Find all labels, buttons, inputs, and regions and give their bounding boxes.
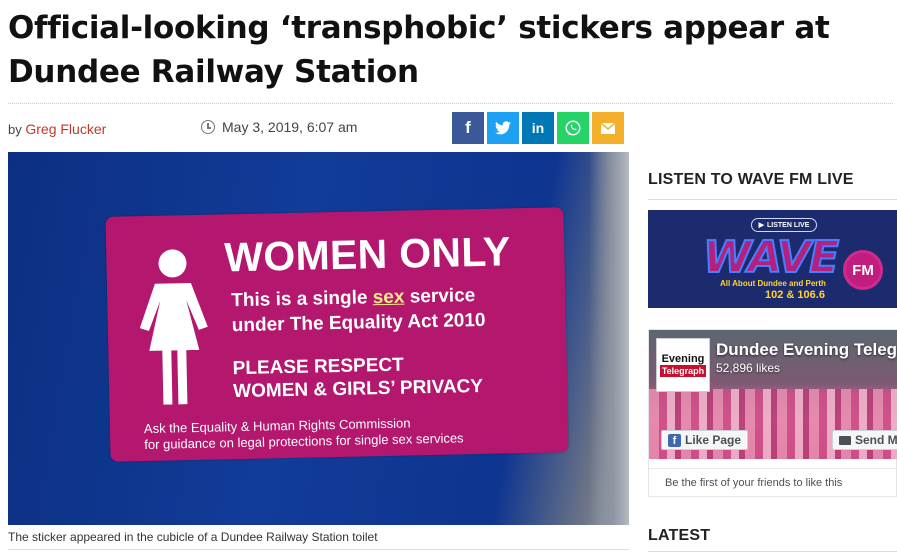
facebook-share-button[interactable]: f	[452, 112, 484, 144]
message-icon	[839, 435, 851, 445]
wave-fm-banner[interactable]: ▶ LISTEN LIVE WAVE FM All About Dundee an…	[648, 210, 897, 308]
facebook-like-count: 52,896 likes	[716, 361, 781, 375]
listen-live-badge: ▶ LISTEN LIVE	[751, 218, 817, 232]
divider	[8, 549, 629, 550]
woman-icon	[139, 249, 208, 405]
divider	[8, 103, 893, 104]
sticker-title: WOMEN ONLY	[223, 228, 511, 281]
author-link[interactable]: Greg Flucker	[25, 121, 106, 137]
facebook-friends-text: Be the first of your friends to like thi…	[649, 468, 896, 496]
divider	[648, 199, 897, 200]
sticker-line-4: WOMEN & GIRLS’ PRIVACY	[232, 375, 484, 403]
email-icon	[601, 122, 615, 134]
sticker-line-3: PLEASE RESPECT	[232, 354, 404, 380]
play-icon: ▶	[758, 222, 764, 229]
send-message-button[interactable]: Send Me	[832, 430, 897, 450]
publish-date-text: May 3, 2019, 6:07 am	[222, 119, 358, 135]
sticker-line-1: This is a single sex service	[231, 285, 476, 312]
sidebar-heading-radio: LISTEN TO WAVE FM LIVE	[648, 171, 854, 188]
twitter-icon	[495, 121, 511, 135]
article-headline: Official-looking ‘transphobic’ stickers …	[8, 10, 830, 90]
publish-date: May 3, 2019, 6:07 am	[201, 119, 357, 135]
photo-caption: The sticker appeared in the cubicle of a…	[8, 530, 378, 544]
wave-frequencies: 102 & 106.6	[765, 289, 825, 301]
facebook-page-name[interactable]: Dundee Evening Teleg	[716, 340, 897, 360]
byline: by Greg Flucker	[8, 121, 106, 137]
wave-tagline: All About Dundee and Perth	[720, 279, 826, 288]
email-share-button[interactable]	[592, 112, 624, 144]
byline-prefix: by	[8, 122, 22, 137]
divider	[648, 551, 897, 552]
facebook-icon: f	[668, 433, 681, 447]
facebook-page-widget: Evening Telegraph Dundee Evening Teleg 5…	[648, 329, 897, 497]
like-page-button[interactable]: f Like Page	[661, 430, 749, 450]
linkedin-share-button[interactable]: in	[522, 112, 554, 144]
linkedin-icon: in	[531, 120, 545, 136]
wave-logo: WAVE	[702, 231, 840, 284]
facebook-icon: f	[465, 118, 471, 137]
sidebar-heading-latest: LATEST	[648, 527, 711, 544]
fm-badge: FM	[843, 250, 883, 290]
clock-icon	[201, 120, 215, 134]
whatsapp-share-button[interactable]	[557, 112, 589, 144]
evening-telegraph-logo[interactable]: Evening Telegraph	[656, 338, 710, 392]
sticker-line-2: under The Equality Act 2010	[231, 309, 486, 337]
article-photo: WOMEN ONLY This is a single sex service …	[8, 152, 629, 525]
women-only-sticker: WOMEN ONLY This is a single sex service …	[105, 207, 569, 462]
whatsapp-icon	[565, 120, 581, 136]
facebook-cover-photo[interactable]: Evening Telegraph Dundee Evening Teleg 5…	[649, 330, 897, 459]
twitter-share-button[interactable]	[487, 112, 519, 144]
share-buttons: f in	[452, 112, 624, 144]
